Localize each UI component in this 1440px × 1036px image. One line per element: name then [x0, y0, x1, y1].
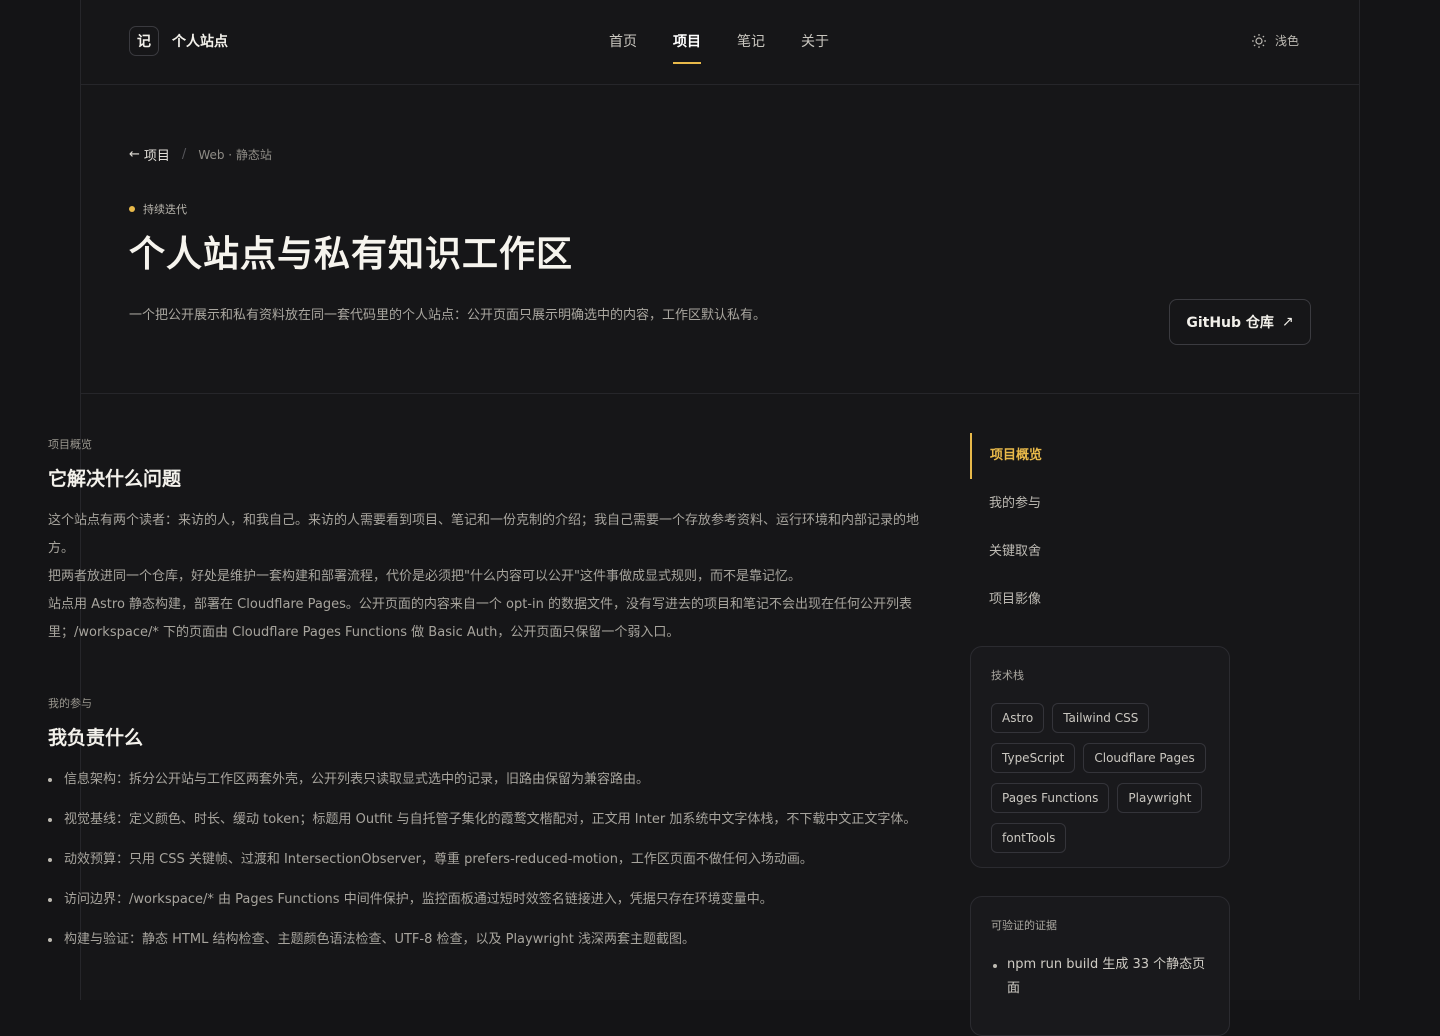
tech-tag: Astro: [991, 703, 1045, 733]
nav-about[interactable]: 关于: [801, 0, 829, 84]
status-badge: 持续迭代: [129, 201, 187, 217]
page-title: 个人站点与私有知识工作区: [129, 233, 574, 275]
sun-icon: [1251, 33, 1266, 48]
toc-item-gallery[interactable]: 项目影像: [970, 577, 1220, 623]
tech-tag: Playwright: [1117, 783, 1203, 813]
tech-stack-tags: Astro Tailwind CSS TypeScript Cloudflare…: [991, 703, 1209, 853]
section-heading: 我负责什么: [48, 727, 144, 749]
list-item: 动效预算：只用 CSS 关键帧、过渡和 IntersectionObserver…: [48, 846, 938, 874]
section-heading: 它解决什么问题: [48, 468, 182, 490]
arrow-left-icon: ←: [129, 147, 140, 162]
list-item: 构建与验证：静态 HTML 结构检查、主题颜色语法检查、UTF-8 检查，以及 …: [48, 926, 938, 954]
github-repo-button[interactable]: GitHub 仓库 ↗: [1169, 299, 1311, 345]
overview-paragraph: 站点用 Astro 静态构建，部署在 Cloudflare Pages。公开页面…: [48, 597, 913, 640]
role-list: 信息架构：拆分公开站与工作区两套外壳，公开列表只读取显式选中的记录，旧路由保留为…: [48, 766, 938, 954]
status-dot-icon: [129, 206, 135, 212]
list-item: 信息架构：拆分公开站与工作区两套外壳，公开列表只读取显式选中的记录，旧路由保留为…: [48, 766, 938, 794]
list-item: npm run build 生成 33 个静态页面: [991, 953, 1209, 1001]
section-eyebrow: 项目概览: [48, 438, 92, 451]
toc-item-tradeoffs[interactable]: 关键取舍: [970, 529, 1220, 575]
list-item: 视觉基线：定义颜色、时长、缓动 token；标题用 Outfit 与自托管子集化…: [48, 806, 938, 834]
overview-paragraph: 这个站点有两个读者：来访的人，和我自己。来访的人需要看到项目、笔记和一份克制的介…: [48, 513, 920, 556]
brand-logo[interactable]: 记: [129, 26, 159, 56]
main-nav: 首页 项目 笔记 关于: [609, 0, 865, 84]
overview-paragraph: 把两者放进同一个仓库，好处是维护一套构建和部署流程，代价是必须把"什么内容可以公…: [48, 569, 801, 584]
project-description: 一个把公开展示和私有资料放在同一套代码里的个人站点：公开页面只展示明确选中的内容…: [129, 308, 767, 323]
toc-item-overview[interactable]: 项目概览: [970, 433, 1220, 479]
section-eyebrow: 我的参与: [48, 697, 92, 710]
nav-projects[interactable]: 项目: [673, 0, 701, 84]
tech-tag: Tailwind CSS: [1052, 703, 1150, 733]
evidence-list: npm run build 生成 33 个静态页面: [991, 953, 1209, 1001]
breadcrumb-category: Web · 静态站: [198, 148, 272, 162]
project-hero: ← 项目 / Web · 静态站 持续迭代 个人站点与私有知识工作区 一个把公开…: [81, 85, 1359, 394]
tech-tag: fontTools: [991, 823, 1067, 853]
site-header: 记 个人站点 首页 项目 笔记 关于 浅色: [81, 0, 1359, 85]
tech-stack-card: 技术栈 Astro Tailwind CSS TypeScript Cloudf…: [970, 646, 1230, 868]
breadcrumb-back-label: 项目: [143, 149, 170, 164]
section-overview: 项目概览 它解决什么问题 这个站点有两个读者：来访的人，和我自己。来访的人需要看…: [48, 436, 938, 647]
breadcrumb: ← 项目 / Web · 静态站: [129, 145, 272, 164]
tech-tag: TypeScript: [991, 743, 1076, 773]
toc-item-role[interactable]: 我的参与: [970, 481, 1220, 527]
external-link-icon: ↗: [1281, 314, 1294, 330]
tech-tag: Cloudflare Pages: [1083, 743, 1206, 773]
brand-name[interactable]: 个人站点: [172, 31, 228, 51]
tech-stack-title: 技术栈: [991, 669, 1024, 682]
theme-toggle-label: 浅色: [1274, 34, 1299, 48]
theme-toggle[interactable]: 浅色: [1251, 32, 1299, 49]
brand[interactable]: 记 个人站点: [129, 26, 228, 56]
table-of-contents: 项目概览 我的参与 关键取舍 项目影像: [970, 433, 1220, 625]
list-item: 访问边界：/workspace/* 由 Pages Functions 中间件保…: [48, 886, 938, 914]
nav-home[interactable]: 首页: [609, 0, 637, 84]
nav-notes[interactable]: 笔记: [737, 0, 765, 84]
github-repo-label: GitHub 仓库: [1186, 315, 1274, 331]
evidence-card: 可验证的证据 npm run build 生成 33 个静态页面: [970, 896, 1230, 1036]
breadcrumb-separator: /: [181, 147, 187, 162]
tech-tag: Pages Functions: [991, 783, 1110, 813]
status-label: 持续迭代: [143, 203, 187, 216]
breadcrumb-back-link[interactable]: ← 项目: [129, 145, 170, 164]
section-role: 我的参与 我负责什么 信息架构：拆分公开站与工作区两套外壳，公开列表只读取显式选…: [48, 695, 938, 954]
main-content: 项目概览 它解决什么问题 这个站点有两个读者：来访的人，和我自己。来访的人需要看…: [48, 436, 938, 1002]
evidence-title: 可验证的证据: [991, 919, 1057, 932]
